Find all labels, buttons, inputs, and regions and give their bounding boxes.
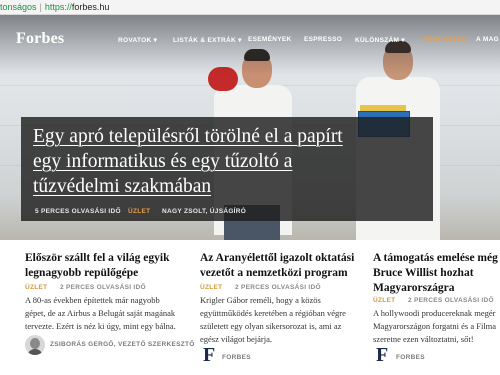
- desc-line: tervezte. Ezért is néz ki úgy, mint egy …: [25, 321, 176, 331]
- headline-line: tűzvédelmi szakmában: [33, 176, 212, 197]
- card-1-read-time: 2 PERCES OLVASÁSI IDŐ: [60, 284, 146, 291]
- nav-item-esemenyek[interactable]: ESEMÉNYEK: [248, 36, 292, 48]
- hero-author[interactable]: NAGY ZSOLT, ÚJSÁGÍRÓ: [162, 208, 246, 215]
- card-2-category[interactable]: ÜZLET: [200, 284, 222, 291]
- url-host: forbes.hu: [71, 2, 110, 12]
- desc-line: együttműködés keretében a régióban végre: [200, 308, 346, 318]
- title-line: A támogatás emelése még: [373, 252, 498, 264]
- card-3-author[interactable]: FORBES: [396, 354, 425, 361]
- card-2-title[interactable]: Az Aranyélettől igazolt oktatási vezetőt…: [200, 251, 370, 281]
- nav-item-rovatok[interactable]: ROVATOK ▾: [118, 36, 157, 48]
- desc-line: gépet, de az Airbus a Belugát saját magá…: [25, 308, 176, 318]
- title-line: Magyarországra: [373, 282, 455, 294]
- desc-line: A 80-as években építettek már nagyobb: [25, 295, 160, 305]
- headline-line: Egy apró településről törölné el a papír…: [33, 126, 343, 147]
- card-2-description: Krigler Gábor reméli, hogy a közös együt…: [200, 294, 375, 346]
- forbes-f-logo[interactable]: F: [203, 344, 215, 367]
- author-avatar[interactable]: [25, 335, 45, 355]
- card-1-title[interactable]: Először szállt fel a világ egyik legnagy…: [25, 251, 195, 281]
- card-3-title[interactable]: A támogatás emelése még Bruce Willist ho…: [373, 251, 500, 296]
- card-3-read-time: 2 PERCES OLVASÁSI IDŐ: [408, 297, 494, 304]
- desc-line: Magyarországon forgatni és a Filma: [373, 321, 497, 331]
- nav-label: KÜLÖNSZÁM: [355, 37, 400, 44]
- desc-line: született egy olyan sikersorozat is, ami…: [200, 321, 342, 331]
- url-separator: |: [39, 2, 42, 12]
- chevron-down-icon: ▾: [238, 37, 242, 44]
- desc-line: egész világot bejárja.: [200, 334, 272, 344]
- security-label: tonságos: [0, 2, 37, 12]
- chevron-down-icon: ▾: [401, 37, 405, 44]
- headline-line: egy informatikus és egy tűzoltó a: [33, 151, 293, 172]
- hero-category[interactable]: ÜZLET: [128, 208, 150, 215]
- card-3-description: A hollywoodi producereknak megér Magyaro…: [373, 307, 500, 346]
- nav-item-kulonszam[interactable]: KÜLÖNSZÁM ▾: [355, 36, 405, 48]
- nav-label: LISTÁK & EXTRÁK: [173, 37, 236, 44]
- nav-label: ROVATOK: [118, 37, 152, 44]
- title-line: Az Aranyélettől igazolt oktatási: [200, 252, 355, 264]
- title-line: Bruce Willist hozhat: [373, 267, 474, 279]
- card-2-author[interactable]: FORBES: [222, 354, 251, 361]
- hero-read-time: 5 PERCES OLVASÁSI IDŐ: [35, 208, 121, 215]
- title-line: vezetőt a nemzetközi program: [200, 267, 348, 279]
- desc-line: szeretne ezen változtatni, sőt!: [373, 334, 474, 344]
- card-2-read-time: 2 PERCES OLVASÁSI IDŐ: [235, 284, 321, 291]
- title-line: Először szállt fel a világ egyik: [25, 252, 170, 264]
- desc-line: A hollywoodi producereknak megér: [373, 308, 496, 318]
- nav-item-listak[interactable]: LISTÁK & EXTRÁK ▾: [173, 36, 242, 48]
- nav-item-a-mag[interactable]: A MAG: [476, 36, 499, 48]
- desc-line: Krigler Gábor reméli, hogy a közös: [200, 295, 321, 305]
- site-logo[interactable]: Forbes: [16, 30, 64, 48]
- url-scheme: https://: [44, 2, 72, 12]
- title-line: legnagyobb repülőgépe: [25, 267, 139, 279]
- forbes-f-logo[interactable]: F: [376, 344, 388, 367]
- card-1-description: A 80-as években építettek már nagyobb gé…: [25, 294, 205, 333]
- hero-headline[interactable]: Egy apró településről törölné el a papír…: [33, 124, 433, 199]
- chevron-down-icon: ▾: [153, 37, 158, 44]
- card-1-author[interactable]: ZSIBORÁS GERGŐ, VEZETŐ SZERKESZTŐ: [50, 341, 195, 348]
- nav-item-podcastok[interactable]: PODCASTOK: [423, 36, 467, 48]
- card-1-category[interactable]: ÜZLET: [25, 284, 47, 291]
- nav-item-espresso[interactable]: ESPRESSO: [304, 36, 342, 48]
- card-3-category[interactable]: ÜZLET: [373, 297, 395, 304]
- address-bar[interactable]: tonságos | https://forbes.hu: [0, 0, 500, 15]
